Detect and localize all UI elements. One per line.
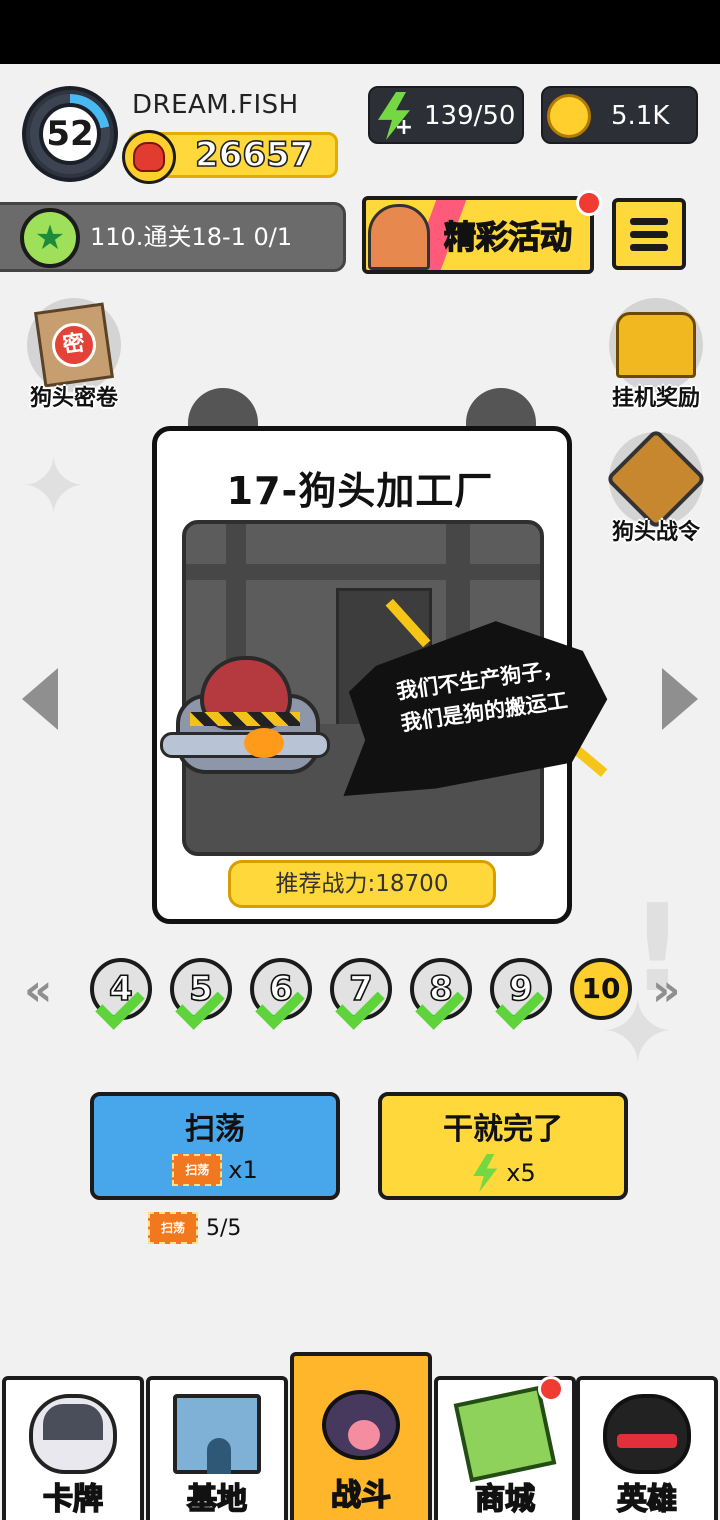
energy-value: 139/50 (424, 101, 516, 131)
recommended-power: 推荐战力:18700 (228, 860, 496, 908)
sweep-ticket-counter: 扫荡 5/5 (148, 1212, 241, 1244)
hero-icon (603, 1394, 691, 1474)
star-icon: ★ (20, 208, 80, 268)
battle-button[interactable]: 干就完了 x5 (378, 1092, 628, 1200)
notification-dot (538, 1376, 564, 1402)
coin-icon (547, 94, 591, 138)
coin-value: 5.1K (611, 101, 670, 131)
event-banner-label: 精彩活动 (443, 217, 573, 256)
stage-node-current[interactable]: 10 (570, 958, 632, 1020)
secret-scroll-label: 狗头密卷 (29, 386, 118, 411)
castle-icon (173, 1394, 261, 1474)
combat-power-value: 26657 (194, 134, 314, 176)
tab-heroes[interactable]: 英雄 (576, 1376, 718, 1520)
stage-node-number: 10 (581, 972, 621, 1005)
idle-reward-label: 挂机奖励 (611, 386, 700, 411)
next-stage-arrow[interactable] (662, 668, 698, 730)
sweep-label: 扫荡 (185, 1112, 245, 1147)
hamburger-menu-button[interactable] (612, 198, 686, 270)
prev-stage-arrow[interactable] (22, 668, 58, 730)
sweep-ticket-icon: 扫荡 (148, 1212, 198, 1244)
stage-node[interactable]: 7 (330, 958, 392, 1030)
tab-label: 战斗 (330, 1477, 392, 1514)
battle-cost-value: x5 (506, 1159, 536, 1187)
add-energy-icon[interactable]: + (394, 117, 414, 139)
tab-label: 卡牌 (42, 1481, 104, 1518)
stage-node[interactable]: 9 (490, 958, 552, 1030)
checkmark-icon (495, 980, 545, 1030)
bottom-nav: 卡牌 基地 战斗 商城 英雄 (0, 1352, 720, 1520)
battle-label: 干就完了 (443, 1112, 563, 1147)
sweep-cost: 扫荡 x1 (94, 1154, 336, 1186)
tab-label: 英雄 (616, 1481, 678, 1518)
battle-cost: x5 (382, 1154, 624, 1192)
mission-text: 110.通关18-1 0/1 (90, 223, 293, 251)
treasure-chest-icon (616, 312, 696, 378)
cash-icon (453, 1385, 557, 1483)
tab-cards[interactable]: 卡牌 (2, 1376, 144, 1520)
stage-page-prev[interactable]: « (24, 966, 52, 1016)
event-character-icon (368, 204, 430, 270)
battle-pass-label: 狗头战令 (611, 520, 700, 545)
tab-battle[interactable]: 战斗 (290, 1352, 432, 1520)
secret-scroll-icon: 密 (34, 302, 114, 388)
player-name: DREAM.FISH (132, 90, 299, 120)
checkmark-icon (415, 980, 465, 1030)
sweep-ticket-count: 5/5 (206, 1215, 242, 1241)
player-level: 52 (39, 103, 101, 165)
tab-label: 基地 (186, 1481, 248, 1518)
notification-dot (576, 190, 602, 216)
lightning-bolt-icon (473, 1154, 498, 1192)
player-level-badge[interactable]: 52 (22, 86, 118, 182)
stage-node[interactable]: 6 (250, 958, 312, 1030)
hamburger-icon (630, 217, 668, 225)
stage-node[interactable]: 8 (410, 958, 472, 1030)
boss-character (160, 650, 330, 778)
husky-icon (29, 1394, 117, 1474)
checkmark-icon (95, 980, 145, 1030)
tab-label: 商城 (474, 1481, 536, 1518)
stage-page-next[interactable]: » (652, 966, 680, 1016)
checkmark-icon (335, 980, 385, 1030)
stage-node[interactable]: 4 (90, 958, 152, 1030)
sweep-cost-value: x1 (228, 1156, 258, 1184)
idle-reward-shortcut[interactable]: 挂机奖励 (596, 298, 716, 412)
coin-pill[interactable]: 5.1K (541, 86, 698, 144)
event-banner[interactable]: 精彩活动 (362, 196, 594, 274)
checkmark-icon (255, 980, 305, 1030)
sweep-ticket-icon: 扫荡 (172, 1154, 223, 1186)
tab-base[interactable]: 基地 (146, 1376, 288, 1520)
boxing-glove-icon (122, 130, 176, 184)
checkmark-icon (175, 980, 225, 1030)
paw-icon (322, 1390, 400, 1460)
energy-pill[interactable]: + 139/50 (368, 86, 524, 144)
stage-title: 17-狗头加工厂 (226, 469, 494, 513)
sweep-button[interactable]: 扫荡 扫荡 x1 (90, 1092, 340, 1200)
secret-scroll-shortcut[interactable]: 密 狗头密卷 (14, 298, 134, 412)
status-bar (0, 0, 720, 64)
stage-node[interactable]: 5 (170, 958, 232, 1030)
